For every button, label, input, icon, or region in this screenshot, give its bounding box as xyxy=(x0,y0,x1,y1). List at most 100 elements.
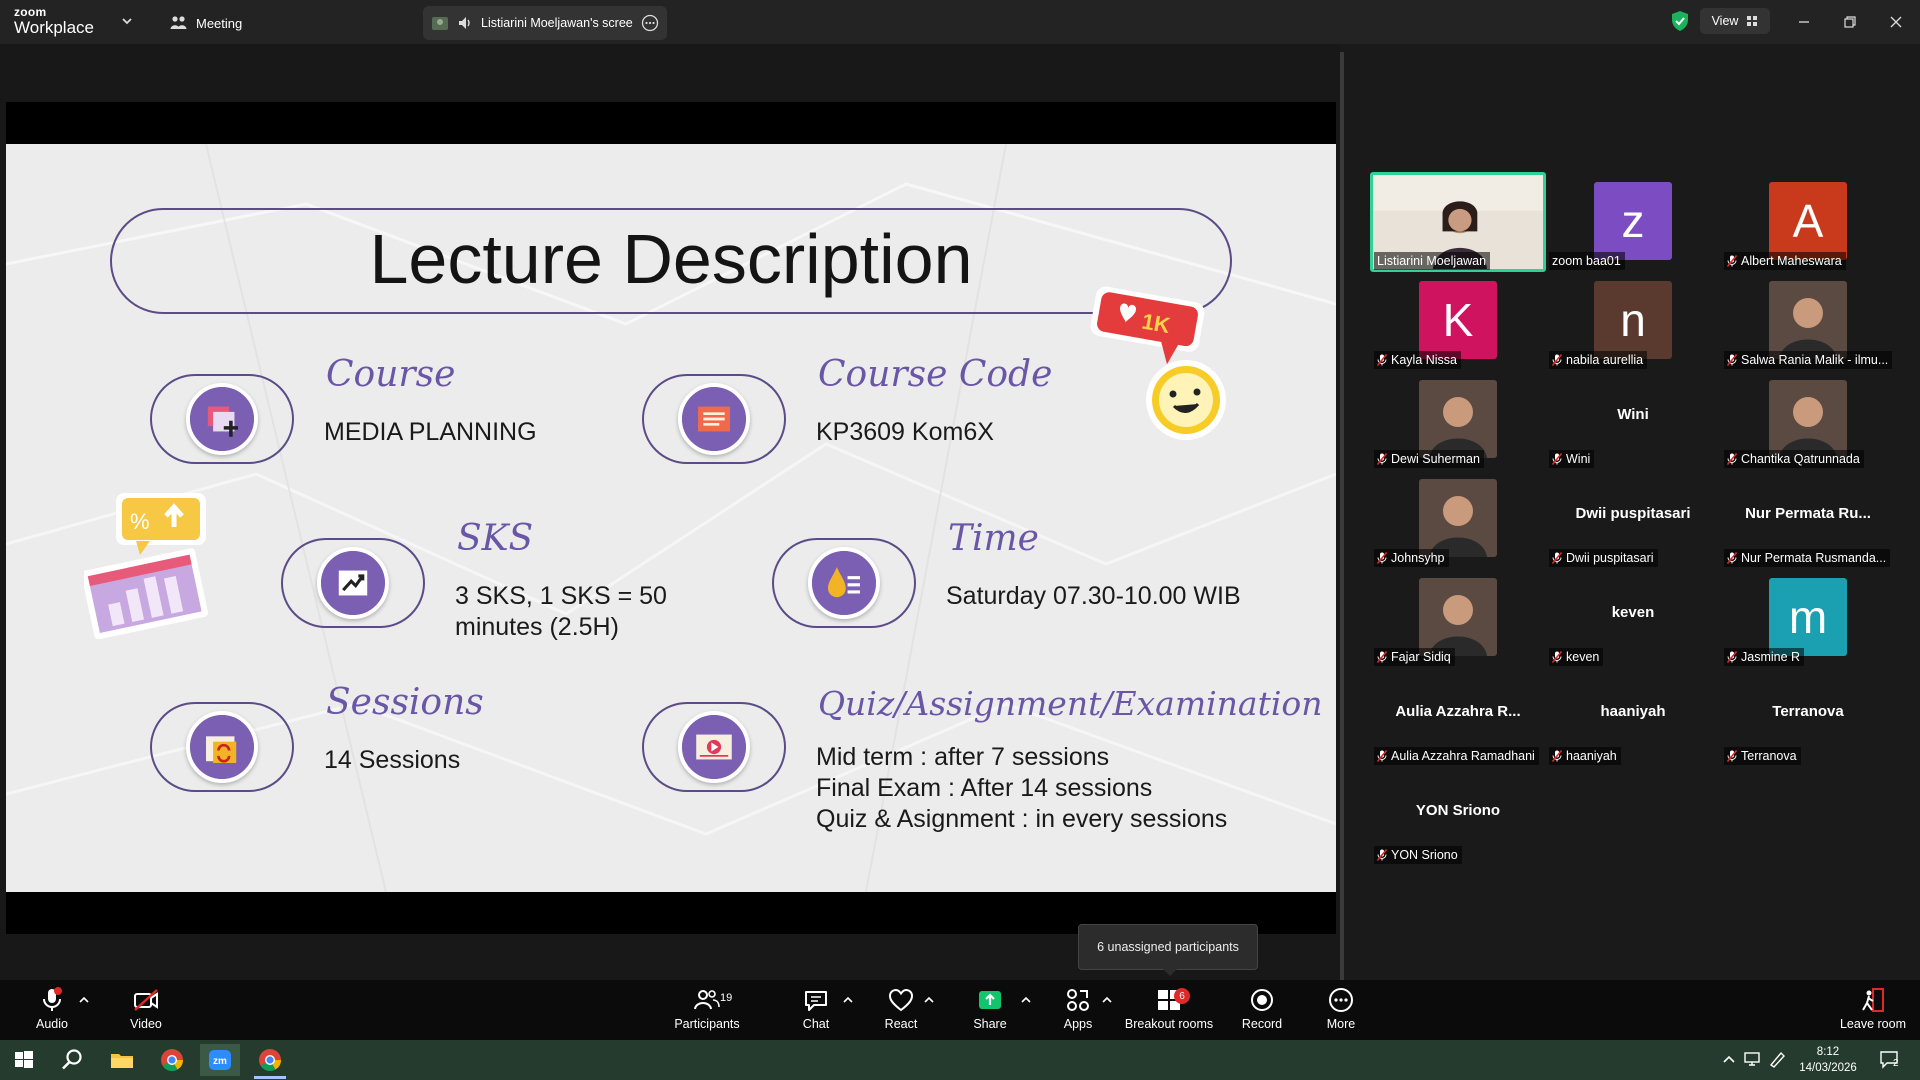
video-player-icon xyxy=(678,711,750,783)
participant-tile[interactable]: Johnsyhp xyxy=(1370,469,1546,569)
leave-icon xyxy=(1862,988,1884,1012)
breakout-rooms-label: Breakout rooms xyxy=(1124,1017,1214,1031)
breakout-rooms-button[interactable]: Breakout rooms xyxy=(1124,986,1214,1036)
sessions-value: 14 Sessions xyxy=(324,746,461,774)
muted-mic-icon xyxy=(1377,354,1387,366)
leave-room-button[interactable]: Leave room xyxy=(1838,986,1908,1036)
audio-button[interactable]: Audio xyxy=(30,986,74,1036)
tab-meeting[interactable]: Meeting xyxy=(170,12,242,34)
record-label: Record xyxy=(1241,1017,1283,1031)
participant-tile[interactable]: Nur Permata Ru... Nur Permata Rusmanda... xyxy=(1720,469,1896,569)
more-icon xyxy=(1329,988,1353,1012)
participant-tile[interactable]: A Albert Maheswara xyxy=(1720,172,1896,272)
audio-options-caret-icon[interactable] xyxy=(78,994,90,1006)
participant-name-label: zoom baa01 xyxy=(1549,252,1625,270)
participant-tile[interactable]: n nabila aurellia xyxy=(1545,271,1721,371)
microphone-icon xyxy=(43,987,62,1011)
security-shield-icon[interactable] xyxy=(1668,9,1692,33)
record-icon xyxy=(1251,989,1273,1011)
participant-tile[interactable]: Listiarini Moeljawan xyxy=(1370,172,1546,272)
apps-options-caret-icon[interactable] xyxy=(1101,994,1113,1006)
taskbar-chrome-active[interactable] xyxy=(250,1044,290,1076)
participant-name-label: haaniyah xyxy=(1549,747,1621,765)
meeting-toolbar: Audio Video Participants 19 Chat React S… xyxy=(0,980,1920,1040)
participants-button[interactable]: Participants xyxy=(670,986,744,1036)
participant-tile[interactable]: Salwa Rania Malik - ilmu... xyxy=(1720,271,1896,371)
participant-tile[interactable]: Fajar Sidiq xyxy=(1370,568,1546,668)
tray-expand-icon[interactable] xyxy=(1718,1048,1740,1070)
taskbar-clock[interactable]: 8:12 14/03/2026 xyxy=(1788,1044,1868,1076)
participant-name-label: Salwa Rania Malik - ilmu... xyxy=(1724,351,1893,369)
share-options-caret-icon[interactable] xyxy=(1020,994,1032,1006)
more-label: More xyxy=(1326,1017,1356,1031)
participant-name-label: Wini xyxy=(1549,450,1595,468)
panel-divider[interactable] xyxy=(1340,52,1344,980)
share-button[interactable]: Share xyxy=(970,986,1010,1036)
title-bar: zoom Workplace Meeting Listiarini Moelja… xyxy=(0,0,1920,44)
participant-initial-avatar: A xyxy=(1769,182,1847,260)
restore-icon[interactable] xyxy=(1838,10,1862,34)
tab-shared-screen[interactable]: Listiarini Moeljawan's screen xyxy=(423,6,667,40)
participant-tile[interactable]: Wini Wini xyxy=(1545,370,1721,470)
participant-name: nabila aurellia xyxy=(1566,353,1644,367)
taskbar-zoom[interactable]: zm xyxy=(200,1044,240,1076)
participant-tile[interactable]: Terranova Terranova xyxy=(1720,667,1896,767)
participant-name: Dewi Suherman xyxy=(1391,452,1480,466)
quiz-heading: Quiz/Assignment/Examination xyxy=(818,684,1323,723)
chat-button[interactable]: Chat xyxy=(800,986,832,1036)
participant-name: keven xyxy=(1566,650,1600,664)
people-icon xyxy=(170,16,187,29)
participant-name-label: YON Sriono xyxy=(1374,846,1462,864)
participant-tile[interactable]: keven keven xyxy=(1545,568,1721,668)
participant-display-name: Wini xyxy=(1617,406,1649,423)
more-button[interactable]: More xyxy=(1324,986,1358,1036)
apps-icon xyxy=(1067,989,1089,1011)
participant-tile[interactable]: Dwii puspitasari Dwii puspitasari xyxy=(1545,469,1721,569)
taskbar-chrome[interactable] xyxy=(152,1044,192,1076)
course-value: MEDIA PLANNING xyxy=(324,418,537,446)
close-icon[interactable] xyxy=(1884,10,1908,34)
participant-tile[interactable]: Dewi Suherman xyxy=(1370,370,1546,470)
muted-mic-icon xyxy=(1377,750,1387,762)
react-options-caret-icon[interactable] xyxy=(923,994,935,1006)
participant-tile[interactable]: K Kayla Nissa xyxy=(1370,271,1546,371)
participant-name-label: Chantika Qatrunnada xyxy=(1724,450,1864,468)
chat-options-caret-icon[interactable] xyxy=(842,994,854,1006)
apps-button[interactable]: Apps xyxy=(1062,986,1094,1036)
taskbar-search-button[interactable] xyxy=(52,1044,92,1076)
view-button[interactable]: View xyxy=(1700,8,1770,34)
unassigned-tooltip: 6 unassigned participants xyxy=(1078,924,1258,976)
participant-tile[interactable]: haaniyah haaniyah xyxy=(1545,667,1721,767)
participant-name-label: Dwii puspitasari xyxy=(1549,549,1658,567)
muted-mic-icon xyxy=(1552,750,1562,762)
muted-mic-icon xyxy=(1552,552,1562,564)
participant-name: Kayla Nissa xyxy=(1391,353,1457,367)
video-button[interactable]: Video xyxy=(124,986,168,1036)
chevron-down-icon[interactable] xyxy=(120,14,134,28)
windows-taskbar: zm 8:12 14/03/2026 2 xyxy=(0,1040,1920,1080)
sticker-1k-label: 1K xyxy=(1140,309,1172,339)
participant-tile[interactable]: Chantika Qatrunnada xyxy=(1720,370,1896,470)
video-label: Video xyxy=(130,1017,162,1031)
windows-start-button[interactable] xyxy=(4,1044,44,1076)
minimize-icon[interactable] xyxy=(1792,10,1816,34)
more-options-icon[interactable] xyxy=(641,14,659,32)
taskbar-file-explorer[interactable] xyxy=(102,1044,142,1076)
participant-name-label: Albert Maheswara xyxy=(1724,252,1846,270)
participant-tile[interactable]: Aulia Azzahra R... Aulia Azzahra Ramadhan… xyxy=(1370,667,1546,767)
participant-name-label: nabila aurellia xyxy=(1549,351,1648,369)
participant-display-name: Nur Permata Ru... xyxy=(1745,505,1871,522)
participant-tile[interactable]: YON Sriono YON Sriono xyxy=(1370,766,1546,866)
pen-icon[interactable] xyxy=(1766,1048,1788,1070)
participant-tile[interactable]: m Jasmine R xyxy=(1720,568,1896,668)
video-off-icon xyxy=(134,989,158,1011)
record-button[interactable]: Record xyxy=(1240,986,1284,1036)
participant-initial-avatar: z xyxy=(1594,182,1672,260)
participant-tile[interactable]: z zoom baa01 xyxy=(1545,172,1721,272)
view-label: View xyxy=(1711,14,1739,28)
network-icon[interactable] xyxy=(1742,1048,1764,1070)
zoom-workplace-logo[interactable]: zoom Workplace xyxy=(14,6,94,36)
react-button[interactable]: React xyxy=(882,986,920,1036)
muted-mic-icon xyxy=(1552,651,1562,663)
participant-photo xyxy=(1419,578,1497,656)
